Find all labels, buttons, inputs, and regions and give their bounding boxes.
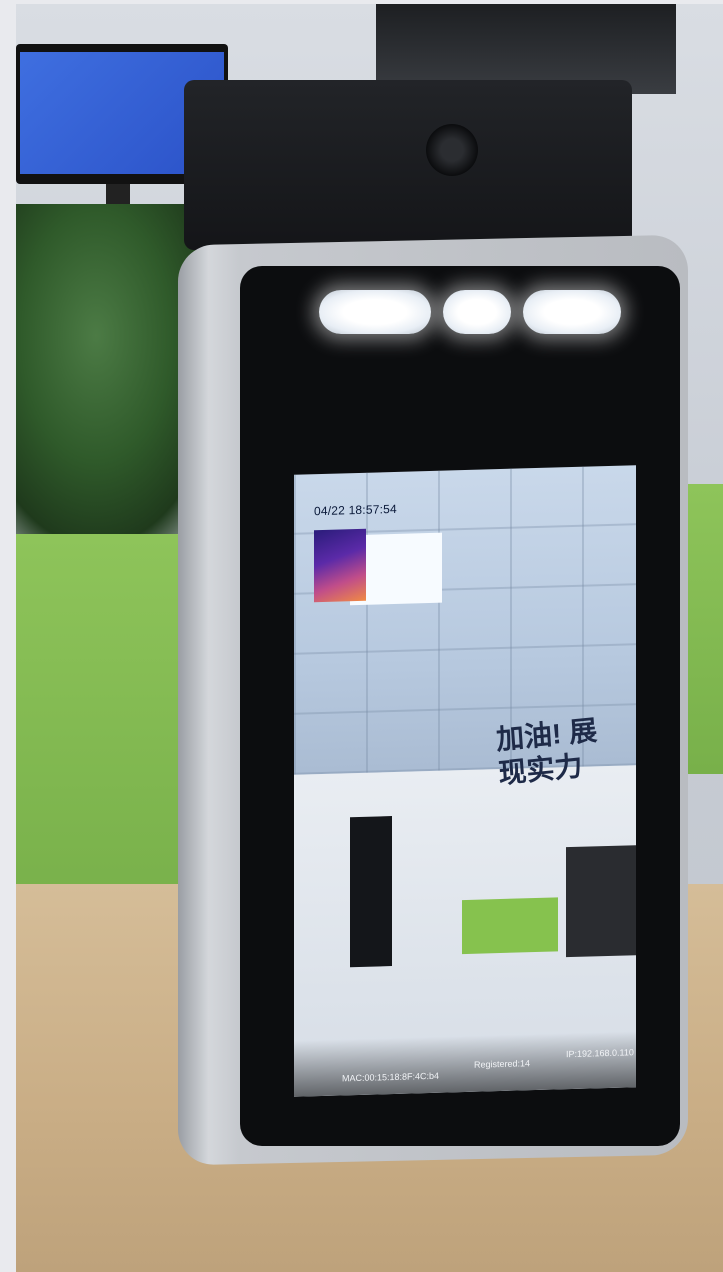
status-bar: MAC:00:15:18:8F:4C:b4 Registered:14 IP:1… bbox=[294, 1031, 636, 1097]
led-light bbox=[443, 290, 511, 334]
photo-scene: 加油! 展现实力 04/22 18:57:54 MAC:00:15:18:8F:… bbox=[16, 4, 723, 1272]
device-screen[interactable]: 加油! 展现实力 04/22 18:57:54 MAC:00:15:18:8F:… bbox=[294, 465, 636, 1097]
camera-housing bbox=[184, 80, 632, 250]
led-light bbox=[319, 290, 431, 334]
led-bar bbox=[319, 286, 639, 342]
dark-cabinet bbox=[566, 845, 636, 958]
ip-address: IP:192.168.0.110 bbox=[566, 1047, 634, 1060]
green-object bbox=[462, 897, 558, 955]
registered-count: Registered:14 bbox=[474, 1058, 531, 1070]
wall-tv bbox=[350, 816, 392, 968]
wall-slogan: 加油! 展现实力 bbox=[495, 714, 599, 790]
thermal-preview bbox=[314, 528, 366, 603]
mac-address: MAC:00:15:18:8F:4C:b4 bbox=[342, 1070, 440, 1084]
screen-timestamp: 04/22 18:57:54 bbox=[314, 501, 397, 519]
led-light bbox=[523, 290, 621, 334]
camera-lens-icon bbox=[426, 124, 478, 176]
